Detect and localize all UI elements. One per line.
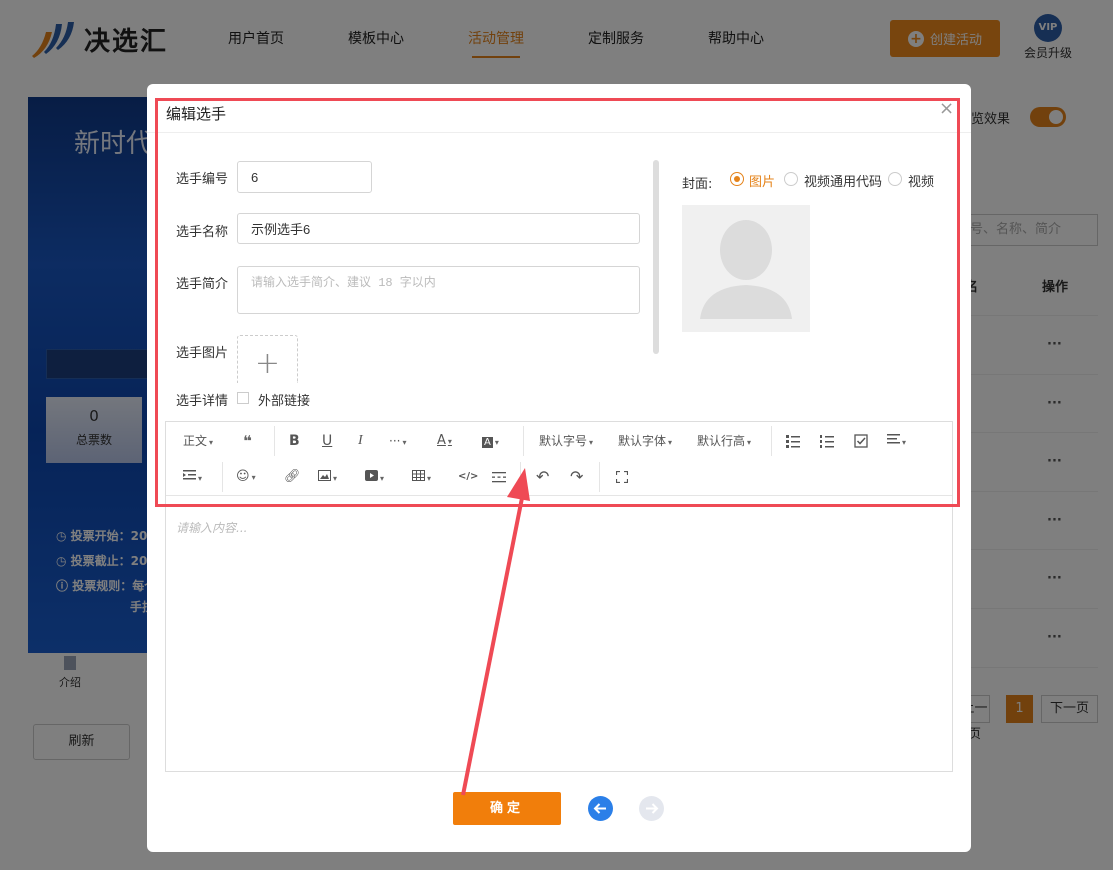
toolbar-divider xyxy=(222,462,223,492)
align-icon xyxy=(887,434,900,444)
image-dropdown[interactable]: ▾ xyxy=(318,459,337,495)
arrow-left-icon xyxy=(593,803,606,814)
player-name-input[interactable] xyxy=(237,213,640,244)
number-label: 选手编号 xyxy=(176,172,229,187)
confirm-button[interactable]: 确定 xyxy=(453,792,561,825)
heading-dropdown[interactable]: 正文 ▾ xyxy=(183,423,213,459)
cover-option-video[interactable]: 视频 xyxy=(908,171,934,190)
external-link-label: 外部链接 xyxy=(258,394,311,409)
detail-label: 选手详情 xyxy=(176,394,229,409)
rich-text-editor: 正文 ▾ ❝ B U I ··· ▾ A ▾ A ▾ 默认字号 ▾ 默认字体 ▾ 默认行高 ▾… xyxy=(165,421,953,772)
font-color-icon[interactable]: A ▾ xyxy=(437,423,452,459)
plus-icon: + xyxy=(254,346,281,381)
font-size-dropdown[interactable]: 默认字号 ▾ xyxy=(539,423,593,459)
cover-label: 封面: xyxy=(682,177,713,192)
modal-title: 编辑选手 xyxy=(166,105,227,123)
toolbar-row-2: ▾ ☺ ▾ 🔗︎ ▾ ▾ ▾ </> ↶ ↷ xyxy=(166,459,952,495)
image-upload-button[interactable]: + xyxy=(237,335,298,383)
editor-content-area[interactable]: 请输入内容... xyxy=(176,519,247,536)
divider-line-icon[interactable] xyxy=(492,470,506,484)
fullscreen-icon[interactable] xyxy=(616,471,628,483)
arrow-right-icon xyxy=(646,803,659,814)
video-dropdown[interactable]: ▾ xyxy=(365,459,384,495)
bold-icon[interactable]: B xyxy=(289,423,300,459)
form-scrollbar[interactable] xyxy=(653,160,659,354)
indent-icon xyxy=(183,470,196,480)
redo-icon[interactable]: ↷ xyxy=(570,459,583,495)
toolbar-row-1: 正文 ▾ ❝ B U I ··· ▾ A ▾ A ▾ 默认字号 ▾ 默认字体 ▾ 默认行高 ▾… xyxy=(166,423,952,459)
person-silhouette-icon xyxy=(700,220,792,319)
font-family-dropdown[interactable]: 默认字体 ▾ xyxy=(618,423,672,459)
cover-radio-embed[interactable] xyxy=(784,172,798,186)
next-player-button[interactable] xyxy=(639,796,664,821)
cover-radio-video[interactable] xyxy=(888,172,902,186)
numbered-list-icon[interactable] xyxy=(820,434,834,448)
image-icon xyxy=(318,470,331,481)
link-icon[interactable]: 🔗︎ xyxy=(284,459,301,495)
bullet-list-icon[interactable] xyxy=(786,434,800,448)
italic-icon[interactable]: I xyxy=(358,423,363,459)
previous-player-button[interactable] xyxy=(588,796,613,821)
underline-icon[interactable]: U xyxy=(322,423,332,459)
cover-image-placeholder[interactable] xyxy=(682,205,810,332)
cover-radio-image[interactable] xyxy=(730,172,744,186)
more-icon[interactable]: ··· ▾ xyxy=(389,423,406,459)
toolbar-divider xyxy=(520,462,521,492)
code-icon[interactable]: </> xyxy=(458,459,478,495)
align-dropdown[interactable]: ▾ xyxy=(887,423,906,459)
toolbar-bottom-border xyxy=(166,495,952,496)
toolbar-divider xyxy=(523,426,524,456)
title-divider xyxy=(147,132,971,133)
table-icon xyxy=(412,470,425,481)
edit-player-modal: 编辑选手 × 选手编号 选手名称 选手简介 选手图片 + 选手详情 外部链接 封… xyxy=(147,84,971,852)
indent-dropdown[interactable]: ▾ xyxy=(183,459,202,495)
player-intro-textarea[interactable] xyxy=(237,266,640,314)
emoji-dropdown[interactable]: ☺ ▾ xyxy=(236,459,256,495)
emoji-icon: ☺ xyxy=(236,469,250,484)
toolbar-divider xyxy=(771,426,772,456)
table-dropdown[interactable]: ▾ xyxy=(412,459,431,495)
image-label: 选手图片 xyxy=(176,346,229,361)
intro-label: 选手简介 xyxy=(176,277,229,292)
todo-checkbox-icon[interactable] xyxy=(854,434,868,448)
undo-icon[interactable]: ↶ xyxy=(536,459,549,495)
name-label: 选手名称 xyxy=(176,225,229,240)
close-icon[interactable]: × xyxy=(939,98,954,119)
toolbar-divider xyxy=(274,426,275,456)
toolbar-divider xyxy=(599,462,600,492)
cover-option-image[interactable]: 图片 xyxy=(749,171,775,190)
external-link-checkbox[interactable] xyxy=(237,392,249,404)
video-icon xyxy=(365,470,378,481)
quote-icon[interactable]: ❝ xyxy=(243,423,252,459)
player-number-input[interactable] xyxy=(237,161,372,193)
background-color-icon[interactable]: A ▾ xyxy=(482,423,499,459)
cover-option-embed[interactable]: 视频通用代码 xyxy=(804,171,882,190)
line-height-dropdown[interactable]: 默认行高 ▾ xyxy=(697,423,751,459)
